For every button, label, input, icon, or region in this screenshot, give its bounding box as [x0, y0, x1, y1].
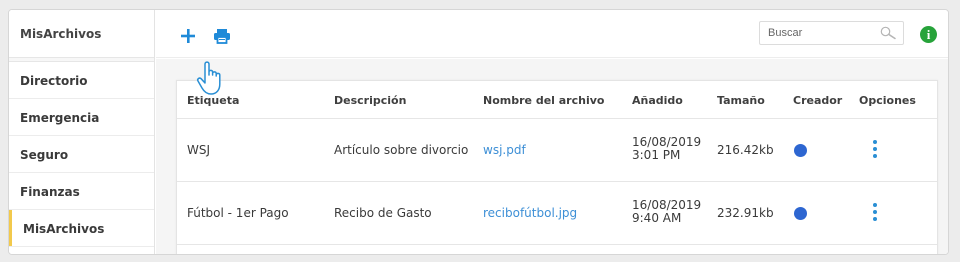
add-file-button[interactable] — [178, 26, 198, 46]
header-tamano[interactable]: Tamaño — [717, 94, 765, 107]
sidebar-item-misarchivos[interactable]: MisArchivos — [9, 210, 154, 247]
cell-size: 232.91kb — [717, 206, 774, 220]
sidebar-item-seguro[interactable]: Seguro — [9, 136, 154, 173]
sidebar: MisArchivos Directorio Emergencia Seguro… — [9, 10, 155, 254]
file-link[interactable]: recibofútbol.jpg — [483, 206, 577, 220]
table-row[interactable]: WSJ Artículo sobre divorcio wsj.pdf 16/0… — [177, 119, 937, 182]
header-opciones: Opciones — [859, 94, 916, 107]
cell-date-time: 9:40 AM — [632, 211, 682, 225]
toolbar: i — [156, 10, 948, 58]
search-icon[interactable] — [880, 26, 896, 40]
printer-icon — [214, 29, 230, 44]
options-menu-icon[interactable] — [870, 140, 880, 160]
cell-tag: Fútbol - 1er Pago — [187, 206, 289, 220]
plus-icon — [181, 29, 195, 43]
sidebar-item-finanzas[interactable]: Finanzas — [9, 173, 154, 210]
header-nombre-archivo[interactable]: Nombre del archivo — [483, 94, 604, 107]
header-anadido[interactable]: Añadido — [632, 94, 683, 107]
hand-pointer-icon — [196, 61, 221, 95]
options-menu-icon[interactable] — [870, 203, 880, 223]
creator-avatar — [794, 207, 807, 220]
files-table: Etiqueta Descripción Nombre del archivo … — [176, 80, 938, 254]
cell-size: 216.42kb — [717, 143, 774, 157]
table-header: Etiqueta Descripción Nombre del archivo … — [177, 81, 937, 119]
cell-date: 16/08/2019 3:01 PM — [632, 136, 701, 162]
cell-tag: WSJ — [187, 143, 211, 157]
cell-date-time: 3:01 PM — [632, 148, 681, 162]
app-window: MisArchivos Directorio Emergencia Seguro… — [8, 9, 949, 255]
creator-avatar — [794, 144, 807, 157]
cell-description: Recibo de Gasto — [334, 206, 432, 220]
sidebar-item-directorio[interactable]: Directorio — [9, 62, 154, 99]
sidebar-title: MisArchivos — [9, 10, 154, 58]
header-creador[interactable]: Creador — [793, 94, 842, 107]
table-row[interactable]: Fútbol - 1er Pago Recibo de Gasto recibo… — [177, 182, 937, 245]
cell-description: Artículo sobre divorcio — [334, 143, 469, 157]
print-button[interactable] — [212, 26, 232, 46]
info-icon[interactable]: i — [920, 26, 937, 43]
header-descripcion[interactable]: Descripción — [334, 94, 406, 107]
file-link[interactable]: wsj.pdf — [483, 143, 526, 157]
main-panel: i Etiqueta Descripción Nombre del archiv… — [156, 10, 948, 254]
cell-date: 16/08/2019 9:40 AM — [632, 199, 701, 225]
sidebar-item-emergencia[interactable]: Emergencia — [9, 99, 154, 136]
